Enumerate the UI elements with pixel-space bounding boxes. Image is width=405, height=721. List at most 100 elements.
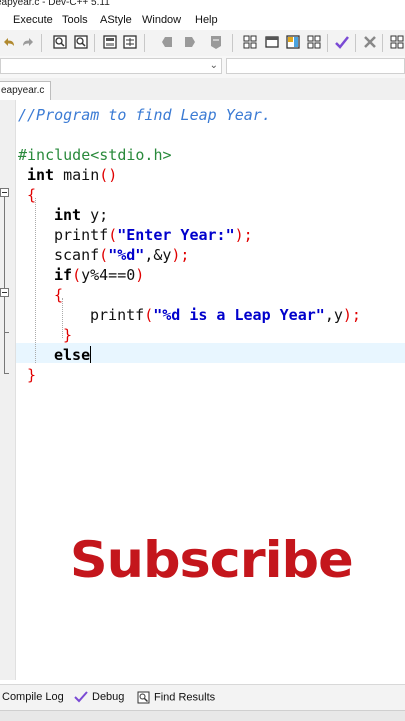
- text-caret: [90, 346, 91, 363]
- redo-icon[interactable]: [20, 34, 36, 50]
- toolbar-separator: [94, 34, 95, 52]
- next-icon[interactable]: [182, 34, 198, 50]
- check-icon[interactable]: [334, 34, 350, 50]
- code-line-3: #include<stdio.h>: [18, 145, 172, 165]
- bottom-panel-tabs: Compile Log Debug Find Results: [0, 684, 405, 711]
- brace-close: }: [27, 366, 37, 384]
- keyword-int: int: [54, 206, 82, 224]
- function-select[interactable]: [226, 58, 405, 74]
- printf-args: ,y: [324, 306, 343, 324]
- code-line-7: printf("Enter Year:");: [54, 225, 253, 245]
- toolbar-separator: [355, 34, 356, 52]
- paren-close: );: [342, 306, 361, 324]
- indent-icon[interactable]: [122, 34, 138, 50]
- code-line-4: int main(): [27, 165, 117, 185]
- toolbar-separator: [41, 34, 42, 52]
- grid-icon[interactable]: [242, 34, 258, 50]
- fold-toggle-icon[interactable]: [0, 188, 9, 197]
- menu-window[interactable]: Window: [142, 14, 181, 26]
- compiler-bar: ⌄: [0, 56, 405, 79]
- menu-execute[interactable]: Execute: [13, 14, 53, 26]
- tiles-icon[interactable]: [389, 34, 405, 50]
- code-line-11: printf("%d is a Leap Year",y);: [90, 305, 361, 325]
- compile-log-label: Compile Log: [2, 691, 64, 703]
- tab-find-results[interactable]: Find Results: [137, 691, 215, 704]
- paren-pair: (): [99, 166, 118, 184]
- paren-close: );: [171, 246, 190, 264]
- printf-call: printf: [90, 306, 145, 324]
- paren-open: (: [108, 226, 118, 244]
- menu-astyle[interactable]: AStyle: [100, 14, 132, 26]
- toolbar-separator: [327, 34, 328, 52]
- status-bar: [0, 710, 405, 721]
- scanf-args: ,&y: [144, 246, 172, 264]
- menu-bar: Execute Tools AStyle Window Help: [0, 12, 405, 30]
- find-results-label: Find Results: [154, 691, 216, 704]
- find-icon[interactable]: [52, 34, 68, 50]
- prev-icon[interactable]: [160, 34, 176, 50]
- paren-open: (: [99, 246, 109, 264]
- string-literal: "%d": [108, 246, 145, 264]
- code-line-1: //Program to find Leap Year.: [18, 105, 271, 125]
- window-title: eapyear.c - Dev-C++ 5.11: [0, 0, 110, 8]
- function-name: main: [54, 166, 100, 184]
- fold-line: [4, 197, 5, 373]
- class-browser-icon[interactable]: [306, 34, 322, 50]
- string-literal: "Enter Year:": [117, 226, 235, 244]
- compiler-select[interactable]: ⌄: [0, 58, 222, 74]
- tab-compile-log[interactable]: Compile Log: [2, 691, 64, 703]
- debug-check-icon: [74, 691, 88, 703]
- debug-label: Debug: [92, 691, 125, 703]
- paren-open: (: [72, 266, 82, 284]
- fold-end: [4, 332, 9, 333]
- if-condition: y%4==0: [81, 266, 136, 284]
- toolbar-separator: [382, 34, 383, 52]
- fold-toggle-icon[interactable]: [0, 288, 9, 297]
- brace-open: {: [54, 286, 64, 304]
- code-line-6: int y;: [54, 205, 108, 225]
- toolbar-separator: [144, 34, 145, 52]
- string-literal: "%d is a Leap Year": [153, 306, 325, 324]
- paren-close: ): [135, 266, 145, 284]
- include-directive: #include<stdio.h>: [18, 146, 172, 164]
- printf-call: printf: [54, 226, 109, 244]
- paren-open: (: [144, 306, 154, 324]
- undo-icon[interactable]: [1, 34, 17, 50]
- indent-guide: [35, 198, 36, 363]
- menu-tools[interactable]: Tools: [62, 14, 88, 26]
- keyword-if: if: [54, 266, 73, 284]
- comment-text: //Program to find Leap Year.: [18, 106, 271, 124]
- code-line-5: {: [27, 185, 36, 205]
- save-icon[interactable]: [102, 34, 118, 50]
- fold-end: [4, 373, 9, 374]
- window-icon[interactable]: [264, 34, 280, 50]
- code-line-14: }: [27, 365, 36, 385]
- toolbar: [0, 30, 405, 57]
- keyword-int: int: [27, 166, 55, 184]
- chevron-down-icon: ⌄: [209, 60, 218, 71]
- code-editor[interactable]: //Program to find Leap Year. #include<st…: [0, 100, 405, 680]
- bookmark-icon[interactable]: [208, 34, 224, 50]
- code-line-10: {: [54, 285, 63, 305]
- variable-decl: y;: [81, 206, 109, 224]
- code-line-13: else: [54, 345, 90, 365]
- toolbar-separator: [232, 34, 233, 52]
- scanf-call: scanf: [54, 246, 100, 264]
- toggle-view-icon[interactable]: [285, 34, 301, 50]
- code-line-12: }: [63, 325, 72, 345]
- editor-gutter: [0, 100, 16, 680]
- brace-close: }: [63, 326, 73, 344]
- find-results-icon: [137, 691, 150, 704]
- subscribe-overlay: Subscribe: [69, 531, 354, 589]
- menu-help[interactable]: Help: [195, 14, 218, 26]
- keyword-else: else: [54, 346, 91, 364]
- editor-tab-bar: eapyear.c: [0, 78, 405, 101]
- title-bar: eapyear.c - Dev-C++ 5.11: [0, 0, 405, 12]
- close-x-icon[interactable]: [362, 34, 378, 50]
- code-line-9: if(y%4==0): [54, 265, 144, 285]
- tab-debug[interactable]: Debug: [74, 691, 124, 703]
- brace-open: {: [27, 186, 37, 204]
- tab-leapyear[interactable]: eapyear.c: [0, 81, 52, 100]
- code-line-8: scanf("%d",&y);: [54, 245, 189, 265]
- replace-icon[interactable]: [73, 34, 89, 50]
